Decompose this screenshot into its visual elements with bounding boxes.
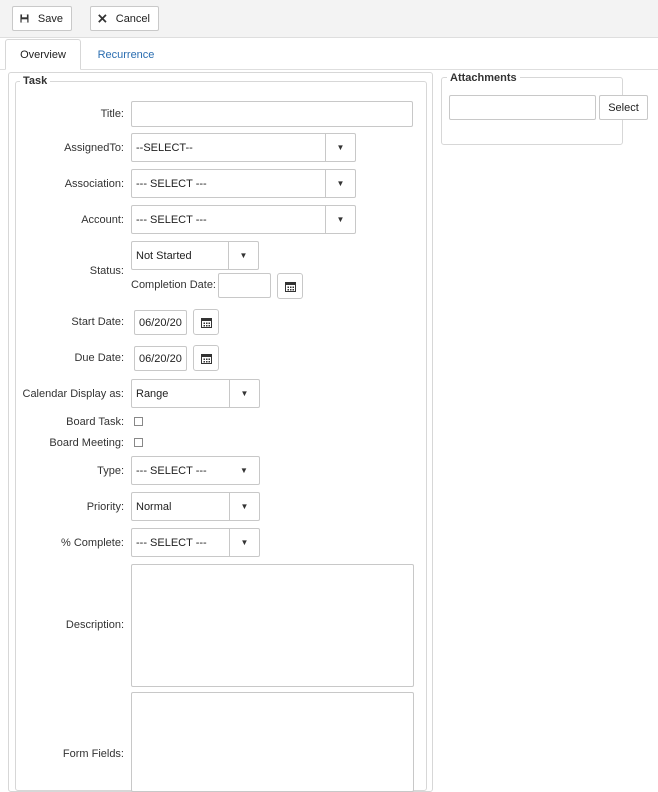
calendar-display-select[interactable]: Range ▼ — [131, 379, 260, 408]
caret-down-icon: ▼ — [229, 493, 259, 520]
type-label: Type: — [97, 465, 124, 477]
save-button[interactable]: Save — [12, 6, 72, 31]
status-select[interactable]: Not Started ▼ — [131, 241, 259, 270]
description-label: Description: — [65, 619, 124, 631]
caret-down-icon: ▼ — [240, 466, 248, 475]
title-label: Title: — [100, 108, 124, 120]
caret-down-icon: ▼ — [229, 380, 259, 407]
cancel-button[interactable]: Cancel — [90, 6, 159, 31]
start-date-label: Start Date: — [71, 316, 124, 328]
caret-down-icon: ▼ — [228, 242, 258, 269]
attachment-select-label: Select — [608, 101, 639, 114]
due-date-input[interactable] — [134, 346, 187, 371]
account-select[interactable]: --- SELECT --- ▼ — [131, 205, 356, 234]
caret-down-icon: ▼ — [325, 134, 355, 161]
completion-date-calendar-button[interactable] — [277, 273, 303, 299]
board-meeting-checkbox[interactable] — [134, 438, 143, 447]
task-legend: Task — [20, 75, 51, 87]
cancel-label: Cancel — [115, 12, 150, 25]
title-input[interactable] — [131, 101, 413, 127]
assigned-to-label: AssignedTo: — [64, 142, 124, 154]
priority-value: Normal — [136, 500, 172, 513]
association-value: --- SELECT --- — [136, 177, 207, 190]
board-task-label: Board Task: — [66, 416, 124, 428]
tab-recurrence[interactable]: Recurrence — [84, 39, 168, 70]
attachment-file-input[interactable] — [449, 95, 596, 120]
start-date-calendar-button[interactable] — [193, 309, 219, 335]
tab-overview[interactable]: Overview — [5, 39, 81, 70]
x-icon — [98, 14, 107, 23]
association-select[interactable]: --- SELECT --- ▼ — [131, 169, 356, 198]
calendar-icon — [200, 353, 212, 364]
attachments-legend: Attachments — [447, 72, 520, 84]
start-date-input[interactable] — [134, 310, 187, 335]
percent-complete-label: % Complete: — [61, 537, 124, 549]
association-label: Association: — [64, 178, 124, 190]
due-date-label: Due Date: — [74, 352, 124, 364]
caret-down-icon: ▼ — [325, 206, 355, 233]
floppy-disk-icon — [20, 14, 29, 23]
completion-date-input[interactable] — [218, 273, 271, 298]
type-select[interactable]: --- SELECT --- ▼ — [131, 456, 260, 485]
priority-label: Priority: — [86, 501, 124, 513]
calendar-display-label: Calendar Display as: — [22, 388, 125, 400]
percent-complete-value: --- SELECT --- — [136, 536, 207, 549]
toolbar: Save Cancel — [0, 0, 658, 38]
board-meeting-label: Board Meeting: — [49, 437, 124, 449]
form-fields-label: Form Fields: — [62, 748, 124, 760]
caret-down-icon: ▼ — [325, 170, 355, 197]
type-value: --- SELECT --- — [136, 464, 207, 477]
save-label: Save — [37, 12, 63, 25]
account-value: --- SELECT --- — [136, 213, 207, 226]
assigned-to-value: --SELECT-- — [136, 141, 193, 154]
form-fields-textarea[interactable] — [131, 692, 414, 792]
calendar-icon — [200, 317, 212, 328]
tab-overview-label: Overview — [20, 48, 66, 61]
assigned-to-select[interactable]: --SELECT-- ▼ — [131, 133, 356, 162]
status-label: Status: — [89, 265, 124, 277]
description-textarea[interactable] — [131, 564, 414, 687]
calendar-display-value: Range — [136, 387, 169, 400]
account-label: Account: — [81, 214, 124, 226]
board-task-checkbox[interactable] — [134, 417, 143, 426]
calendar-icon — [284, 281, 296, 292]
due-date-calendar-button[interactable] — [193, 345, 219, 371]
completion-date-label: Completion Date: — [131, 279, 216, 291]
status-value: Not Started — [136, 249, 192, 262]
attachment-select-button[interactable]: Select — [599, 95, 648, 120]
tab-recurrence-label: Recurrence — [97, 48, 155, 61]
caret-down-icon: ▼ — [229, 529, 259, 556]
percent-complete-select[interactable]: --- SELECT --- ▼ — [131, 528, 260, 557]
priority-select[interactable]: Normal ▼ — [131, 492, 260, 521]
